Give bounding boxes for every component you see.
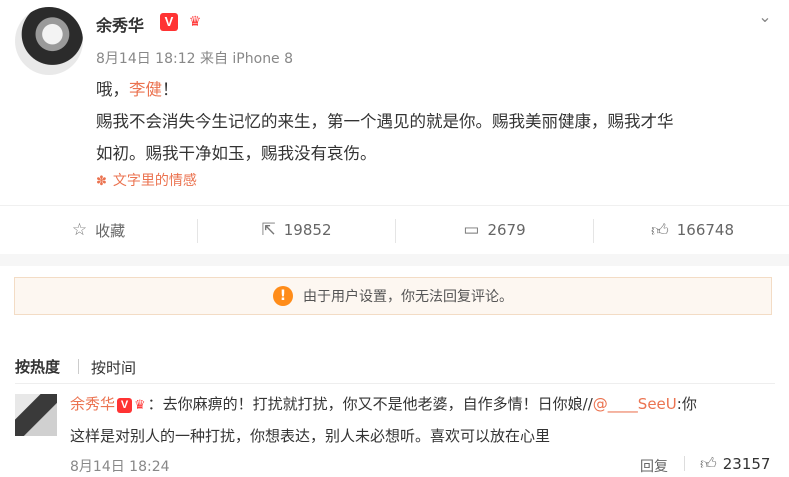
comment-text-b: :你 xyxy=(676,395,697,413)
comment-count: 2679 xyxy=(487,221,526,239)
post-line-3: 如初。赐我干净如玉，赐我没有哀伤。 xyxy=(96,144,377,163)
comment-action-divider xyxy=(684,456,685,471)
verified-badge-icon: V xyxy=(160,13,178,31)
reply-disabled-notice: ! 由于用户设置，你无法回复评论。 xyxy=(14,277,772,315)
post-line-1: 哦，李健！ xyxy=(96,74,766,106)
share-icon: ⇱ xyxy=(261,220,276,240)
topic-icon: ✽ xyxy=(96,174,107,189)
author-name[interactable]: 余秀华 xyxy=(96,12,144,36)
comment-icon: ▭ xyxy=(463,220,480,240)
line1-suffix: ！ xyxy=(162,80,179,99)
favorite-label: 收藏 xyxy=(95,221,126,240)
notice-text: 由于用户设置，你无法回复评论。 xyxy=(303,289,513,305)
comment-button[interactable]: ▭ 2679 xyxy=(396,206,593,254)
action-bar: ☆ 收藏 ⇱ 19852 ▭ 2679 👍︎ 166748 xyxy=(0,205,789,255)
comment-author[interactable]: 余秀华 xyxy=(70,395,115,413)
reply-button[interactable]: 回复 xyxy=(640,456,668,476)
tab-divider xyxy=(78,359,79,374)
comment-like-button[interactable]: 👍︎ 23157 xyxy=(700,454,770,474)
comment-text-a: ：去你麻痹的！打扰就打扰，你又不是他老婆，自作多情！日你娘// xyxy=(147,395,593,413)
verified-badge-icon: V xyxy=(117,398,133,413)
post-line-2: 赐我不会消失今生记忆的来生，第一个遇见的就是你。赐我美丽健康，赐我才华 xyxy=(96,112,674,131)
post-body: 哦，李健！ 赐我不会消失今生记忆的来生，第一个遇见的就是你。赐我美丽健康，赐我才… xyxy=(96,74,766,170)
section-gap xyxy=(0,254,789,266)
like-button[interactable]: 👍︎ 166748 xyxy=(594,206,789,254)
share-count: 19852 xyxy=(283,221,332,239)
post-meta: 8月14日 18:12 来自 iPhone 8 xyxy=(96,51,294,67)
mention-link[interactable]: 李健 xyxy=(129,80,162,99)
comment-text-line-1: 余秀华 V ♛ ：去你麻痹的！打扰就打扰，你又不是他老婆，自作多情！日你娘//@___… xyxy=(70,393,770,417)
star-icon: ☆ xyxy=(71,220,88,240)
warning-icon: ! xyxy=(273,286,293,306)
share-button[interactable]: ⇱ 19852 xyxy=(198,206,395,254)
favorite-button[interactable]: ☆ 收藏 xyxy=(0,206,197,254)
comment-mention[interactable]: @____SeeU xyxy=(593,395,677,413)
comment-avatar[interactable] xyxy=(15,394,57,436)
comment-text-line-2: 这样是对别人的一种打扰，你想表达，别人未必想听。喜欢可以放在心里 xyxy=(70,427,551,445)
topic-label: 文字里的情感 xyxy=(112,173,197,189)
tab-sort-hot[interactable]: 按热度 xyxy=(15,356,60,377)
chevron-down-icon[interactable]: ⌄ xyxy=(754,6,776,28)
line1-prefix: 哦， xyxy=(96,80,129,99)
tab-sort-time[interactable]: 按时间 xyxy=(91,357,136,378)
topic-link[interactable]: ✽ 文字里的情感 xyxy=(96,170,197,190)
comments-divider xyxy=(15,383,775,384)
vip-crown-icon: ♛ xyxy=(188,14,202,30)
vip-crown-icon: ♛ xyxy=(134,398,146,413)
like-count: 166748 xyxy=(676,221,735,239)
comment-time: 8月14日 18:24 xyxy=(70,459,170,475)
author-avatar[interactable] xyxy=(15,7,83,75)
comment-like-count: 23157 xyxy=(722,455,771,473)
thumbs-up-icon: 👍︎ xyxy=(650,220,669,241)
thumbs-up-icon: 👍︎ xyxy=(700,454,717,473)
